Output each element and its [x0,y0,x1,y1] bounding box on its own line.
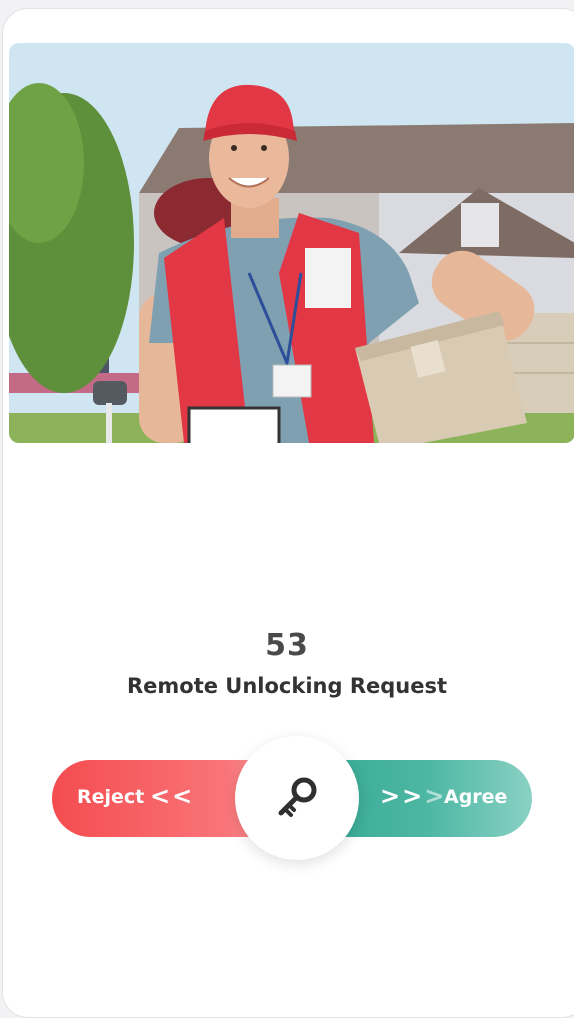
agree-arrows-icon: >>> [380,782,446,810]
request-title: Remote Unlocking Request [126,674,448,698]
agree-label: Agree [444,786,508,808]
agree-arrow-dim: > [424,782,447,810]
agree-arrows-strong: >> [380,782,425,810]
reject-arrows-icon: << [150,782,195,810]
reject-label: Reject [77,786,145,808]
request-card [2,8,574,1018]
visitor-photo [9,43,574,443]
countdown-seconds: 53 [265,628,309,663]
key-icon [278,777,317,817]
unlock-slider-knob[interactable] [235,736,359,860]
